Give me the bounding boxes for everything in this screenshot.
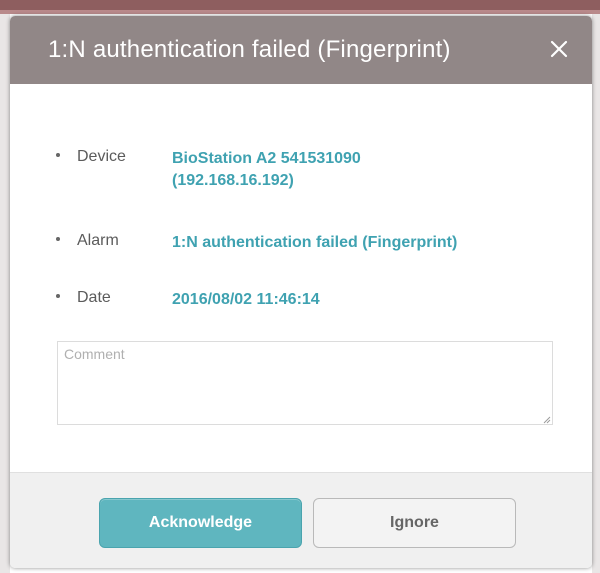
alarm-value: 1:N authentication failed (Fingerprint) — [172, 234, 458, 251]
alarm-dialog: 1:N authentication failed (Fingerprint) … — [10, 16, 592, 568]
close-button[interactable] — [544, 34, 574, 64]
dialog-title: 1:N authentication failed (Fingerprint) — [48, 36, 451, 63]
alarm-label: Alarm — [77, 232, 119, 249]
date-value: 2016/08/02 11:46:14 — [172, 291, 320, 308]
device-value: BioStation A2 541531090 (192.168.16.192) — [172, 148, 572, 192]
backdrop-top-strip — [0, 0, 600, 14]
device-ip: (192.168.16.192) — [172, 172, 294, 189]
device-label: Device — [77, 148, 126, 165]
close-icon — [550, 40, 568, 58]
backdrop-right-edge — [592, 14, 600, 573]
date-label: Date — [77, 289, 111, 306]
bullet-icon — [56, 153, 60, 157]
ignore-button[interactable]: Ignore — [313, 498, 516, 548]
dialog-footer: Acknowledge Ignore — [10, 472, 592, 568]
acknowledge-button[interactable]: Acknowledge — [99, 498, 302, 548]
dialog-header: 1:N authentication failed (Fingerprint) — [10, 16, 592, 84]
device-name: BioStation A2 541531090 — [172, 150, 361, 167]
bullet-icon — [56, 237, 60, 241]
resize-grip-icon[interactable] — [543, 416, 551, 424]
bullet-icon — [56, 294, 60, 298]
dialog-body: Device BioStation A2 541531090 (192.168.… — [10, 84, 592, 472]
backdrop-left-edge — [0, 14, 10, 573]
comment-textarea[interactable] — [57, 341, 553, 425]
